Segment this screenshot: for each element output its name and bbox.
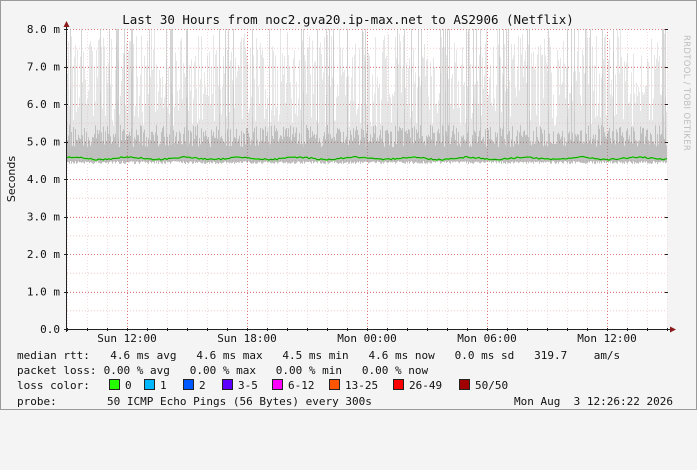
y-tick-label: 1.0 m xyxy=(27,286,60,299)
loss-color-item: 6-12 xyxy=(272,378,315,393)
timestamp: Mon Aug 3 12:26:22 2026 xyxy=(514,394,673,408)
x-tick-label: Sun 18:00 xyxy=(217,332,277,345)
loss-color-swatch xyxy=(272,379,283,391)
probe-label: probe: xyxy=(17,394,57,408)
y-axis-label: Seconds xyxy=(5,156,18,202)
y-tick-label: 8.0 m xyxy=(27,23,60,36)
loss-color-swatch xyxy=(393,379,404,391)
x-tick-labels: Sun 12:00 Sun 18:00 Mon 00:00 Mon 06:00 Mon … xyxy=(97,332,637,345)
loss-color-swatch xyxy=(183,379,194,391)
loss-color-item: 2 xyxy=(183,378,206,393)
y-tick-label: 6.0 m xyxy=(27,98,60,111)
loss-color-text: 1 xyxy=(160,379,167,393)
loss-color-row: loss color: 0 1 2 3-5 6-12 13-25 26-49 50/50 xyxy=(17,378,687,393)
loss-color-item: 3-5 xyxy=(222,378,258,393)
loss-color-label: loss color: xyxy=(17,379,90,393)
loss-color-item: 1 xyxy=(144,378,167,393)
y-tick-label: 4.0 m xyxy=(27,173,60,186)
loss-color-text: 26-49 xyxy=(409,379,443,393)
loss-color-swatch xyxy=(222,379,233,391)
median-rtt-values: 4.6 ms avg 4.6 ms max 4.5 ms min 4.6 ms … xyxy=(97,349,621,362)
x-tick-label: Mon 06:00 xyxy=(457,332,517,345)
stats-legend: median rtt: 4.6 ms avg 4.6 ms max 4.5 ms… xyxy=(17,348,687,409)
loss-color-swatch xyxy=(144,379,155,391)
loss-color-text: 13-25 xyxy=(345,379,379,393)
loss-color-text: 2 xyxy=(199,379,206,393)
y-tick-label: 7.0 m xyxy=(27,61,60,74)
smokeping-graph: Last 30 Hours from noc2.gva20.ip-max.net… xyxy=(0,0,697,410)
y-tick-label: 3.0 m xyxy=(27,211,60,224)
y-axis-arrow xyxy=(63,21,70,27)
loss-color-text: 50/50 xyxy=(475,379,509,393)
packet-loss-values: 0.00 % avg 0.00 % max 0.00 % min 0.00 % … xyxy=(97,364,429,378)
probe-row: probe: 50 ICMP Echo Pings (56 Bytes) eve… xyxy=(17,394,687,409)
loss-color-text: 6-12 xyxy=(288,379,315,393)
y-tick-label: 0.0 xyxy=(40,323,60,336)
loss-color-swatch xyxy=(109,379,120,391)
latency-chart: Last 30 Hours from noc2.gva20.ip-max.net… xyxy=(5,12,691,345)
median-rtt-row: median rtt: 4.6 ms avg 4.6 ms max 4.5 ms… xyxy=(17,348,687,363)
loss-color-item: 26-49 xyxy=(393,378,442,393)
loss-color-text: 3-5 xyxy=(238,379,258,393)
chart-title: Last 30 Hours from noc2.gva20.ip-max.net… xyxy=(122,12,574,27)
packet-loss-row: packet loss: 0.00 % avg 0.00 % max 0.00 … xyxy=(17,363,687,378)
loss-color-swatch xyxy=(459,379,470,391)
loss-color-item: 50/50 xyxy=(459,378,508,393)
y-tick-labels: 0.0 1.0 m 2.0 m 3.0 m 4.0 m 5.0 m 6.0 m 7.0 m 8.… xyxy=(27,23,60,336)
loss-color-item: 0 xyxy=(109,378,132,393)
rrdtool-credit: RRDTOOL / TOBI OETIKER xyxy=(681,35,691,151)
x-tick-label: Sun 12:00 xyxy=(97,332,157,345)
y-tick-label: 5.0 m xyxy=(27,136,60,149)
median-rtt-label: median rtt: xyxy=(17,349,90,362)
probe-values: 50 ICMP Echo Pings (56 Bytes) every 300s xyxy=(107,394,372,408)
y-tick-label: 2.0 m xyxy=(27,248,60,261)
x-tick-label: Mon 12:00 xyxy=(577,332,637,345)
x-axis-arrow xyxy=(670,326,676,333)
loss-color-item: 13-25 xyxy=(329,378,378,393)
loss-color-swatch xyxy=(329,379,340,391)
x-tick-label: Mon 00:00 xyxy=(337,332,397,345)
loss-color-text: 0 xyxy=(125,379,132,393)
packet-loss-label: packet loss: xyxy=(17,364,97,378)
